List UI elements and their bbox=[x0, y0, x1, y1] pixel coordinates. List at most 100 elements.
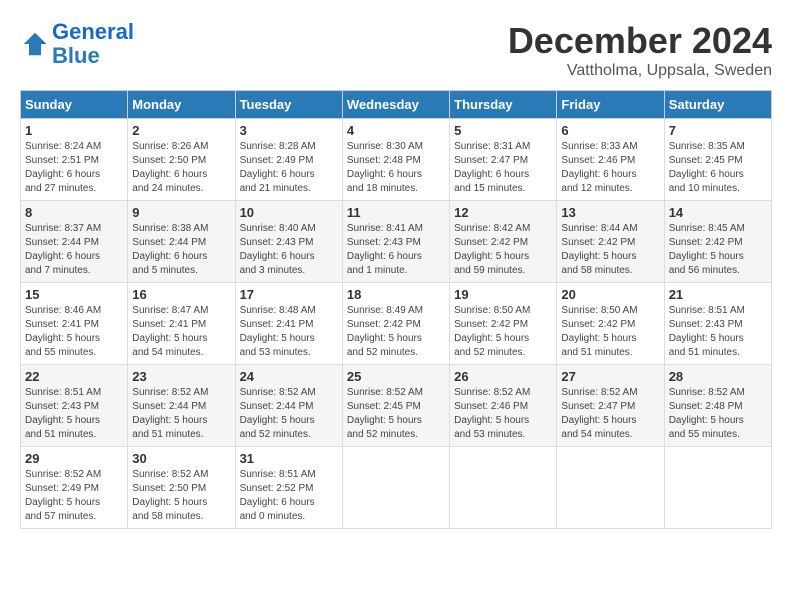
day-info: Sunrise: 8:47 AM Sunset: 2:41 PM Dayligh… bbox=[132, 304, 230, 360]
header-thursday: Thursday bbox=[450, 91, 557, 119]
day-info: Sunrise: 8:51 AM Sunset: 2:52 PM Dayligh… bbox=[240, 468, 338, 524]
day-info: Sunrise: 8:26 AM Sunset: 2:50 PM Dayligh… bbox=[132, 140, 230, 196]
header-saturday: Saturday bbox=[664, 91, 771, 119]
week-row-1: 1 Sunrise: 8:24 AM Sunset: 2:51 PM Daylig… bbox=[21, 119, 772, 201]
week-row-4: 22Sunrise: 8:51 AM Sunset: 2:43 PM Dayli… bbox=[21, 365, 772, 447]
calendar-cell bbox=[664, 447, 771, 529]
day-number: 22 bbox=[25, 369, 123, 384]
calendar-cell: 17Sunrise: 8:48 AM Sunset: 2:41 PM Dayli… bbox=[235, 283, 342, 365]
day-number: 1 bbox=[25, 123, 123, 138]
day-info: Sunrise: 8:31 AM Sunset: 2:47 PM Dayligh… bbox=[454, 140, 552, 196]
calendar-table: SundayMondayTuesdayWednesdayThursdayFrid… bbox=[20, 90, 772, 529]
calendar-cell: 23Sunrise: 8:52 AM Sunset: 2:44 PM Dayli… bbox=[128, 365, 235, 447]
header-friday: Friday bbox=[557, 91, 664, 119]
logo-text: General Blue bbox=[52, 20, 134, 68]
day-info: Sunrise: 8:30 AM Sunset: 2:48 PM Dayligh… bbox=[347, 140, 445, 196]
day-number: 28 bbox=[669, 369, 767, 384]
day-info: Sunrise: 8:38 AM Sunset: 2:44 PM Dayligh… bbox=[132, 222, 230, 278]
calendar-cell: 13 Sunrise: 8:44 AM Sunset: 2:42 PM Dayli… bbox=[557, 201, 664, 283]
calendar-cell: 20Sunrise: 8:50 AM Sunset: 2:42 PM Dayli… bbox=[557, 283, 664, 365]
calendar-cell: 7 Sunrise: 8:35 AM Sunset: 2:45 PM Daylig… bbox=[664, 119, 771, 201]
day-info: Sunrise: 8:48 AM Sunset: 2:41 PM Dayligh… bbox=[240, 304, 338, 360]
calendar-cell: 19 Sunrise: 8:50 AM Sunset: 2:42 PM Dayli… bbox=[450, 283, 557, 365]
header-tuesday: Tuesday bbox=[235, 91, 342, 119]
logo: General Blue bbox=[20, 20, 134, 68]
calendar-cell: 1 Sunrise: 8:24 AM Sunset: 2:51 PM Daylig… bbox=[21, 119, 128, 201]
day-number: 3 bbox=[240, 123, 338, 138]
calendar-cell: 11 Sunrise: 8:41 AM Sunset: 2:43 PM Dayli… bbox=[342, 201, 449, 283]
page-header: General Blue December 2024 Vattholma, Up… bbox=[20, 20, 772, 80]
day-info: Sunrise: 8:45 AM Sunset: 2:42 PM Dayligh… bbox=[669, 222, 767, 278]
day-number: 30 bbox=[132, 451, 230, 466]
calendar-cell: 9 Sunrise: 8:38 AM Sunset: 2:44 PM Daylig… bbox=[128, 201, 235, 283]
calendar-cell: 31 Sunrise: 8:51 AM Sunset: 2:52 PM Dayli… bbox=[235, 447, 342, 529]
day-info: Sunrise: 8:46 AM Sunset: 2:41 PM Dayligh… bbox=[25, 304, 123, 360]
calendar-cell: 5 Sunrise: 8:31 AM Sunset: 2:47 PM Daylig… bbox=[450, 119, 557, 201]
calendar-cell bbox=[450, 447, 557, 529]
day-number: 10 bbox=[240, 205, 338, 220]
day-info: Sunrise: 8:49 AM Sunset: 2:42 PM Dayligh… bbox=[347, 304, 445, 360]
day-number: 14 bbox=[669, 205, 767, 220]
calendar-cell: 21 Sunrise: 8:51 AM Sunset: 2:43 PM Dayli… bbox=[664, 283, 771, 365]
day-number: 16 bbox=[132, 287, 230, 302]
day-info: Sunrise: 8:52 AM Sunset: 2:47 PM Dayligh… bbox=[561, 386, 659, 442]
location-subtitle: Vattholma, Uppsala, Sweden bbox=[508, 62, 772, 80]
day-number: 9 bbox=[132, 205, 230, 220]
day-info: Sunrise: 8:33 AM Sunset: 2:46 PM Dayligh… bbox=[561, 140, 659, 196]
calendar-cell: 18Sunrise: 8:49 AM Sunset: 2:42 PM Dayli… bbox=[342, 283, 449, 365]
day-info: Sunrise: 8:44 AM Sunset: 2:42 PM Dayligh… bbox=[561, 222, 659, 278]
calendar-cell: 6 Sunrise: 8:33 AM Sunset: 2:46 PM Daylig… bbox=[557, 119, 664, 201]
calendar-cell: 8 Sunrise: 8:37 AM Sunset: 2:44 PM Daylig… bbox=[21, 201, 128, 283]
day-number: 15 bbox=[25, 287, 123, 302]
week-row-3: 15 Sunrise: 8:46 AM Sunset: 2:41 PM Dayli… bbox=[21, 283, 772, 365]
week-row-2: 8 Sunrise: 8:37 AM Sunset: 2:44 PM Daylig… bbox=[21, 201, 772, 283]
day-number: 12 bbox=[454, 205, 552, 220]
day-info: Sunrise: 8:52 AM Sunset: 2:48 PM Dayligh… bbox=[669, 386, 767, 442]
calendar-cell: 16 Sunrise: 8:47 AM Sunset: 2:41 PM Dayli… bbox=[128, 283, 235, 365]
day-info: Sunrise: 8:40 AM Sunset: 2:43 PM Dayligh… bbox=[240, 222, 338, 278]
header-monday: Monday bbox=[128, 91, 235, 119]
day-info: Sunrise: 8:52 AM Sunset: 2:45 PM Dayligh… bbox=[347, 386, 445, 442]
day-info: Sunrise: 8:52 AM Sunset: 2:46 PM Dayligh… bbox=[454, 386, 552, 442]
calendar-cell: 14 Sunrise: 8:45 AM Sunset: 2:42 PM Dayli… bbox=[664, 201, 771, 283]
logo-icon bbox=[20, 29, 50, 59]
calendar-cell: 24 Sunrise: 8:52 AM Sunset: 2:44 PM Dayli… bbox=[235, 365, 342, 447]
calendar-cell: 12Sunrise: 8:42 AM Sunset: 2:42 PM Dayli… bbox=[450, 201, 557, 283]
day-number: 19 bbox=[454, 287, 552, 302]
day-number: 21 bbox=[669, 287, 767, 302]
day-info: Sunrise: 8:52 AM Sunset: 2:50 PM Dayligh… bbox=[132, 468, 230, 524]
day-number: 4 bbox=[347, 123, 445, 138]
day-info: Sunrise: 8:37 AM Sunset: 2:44 PM Dayligh… bbox=[25, 222, 123, 278]
calendar-cell: 30 Sunrise: 8:52 AM Sunset: 2:50 PM Dayli… bbox=[128, 447, 235, 529]
day-info: Sunrise: 8:50 AM Sunset: 2:42 PM Dayligh… bbox=[454, 304, 552, 360]
day-number: 24 bbox=[240, 369, 338, 384]
calendar-cell: 15 Sunrise: 8:46 AM Sunset: 2:41 PM Dayli… bbox=[21, 283, 128, 365]
day-number: 7 bbox=[669, 123, 767, 138]
calendar-cell: 22Sunrise: 8:51 AM Sunset: 2:43 PM Dayli… bbox=[21, 365, 128, 447]
day-info: Sunrise: 8:51 AM Sunset: 2:43 PM Dayligh… bbox=[669, 304, 767, 360]
day-number: 8 bbox=[25, 205, 123, 220]
header-wednesday: Wednesday bbox=[342, 91, 449, 119]
day-info: Sunrise: 8:52 AM Sunset: 2:44 PM Dayligh… bbox=[240, 386, 338, 442]
calendar-cell: 28 Sunrise: 8:52 AM Sunset: 2:48 PM Dayli… bbox=[664, 365, 771, 447]
day-info: Sunrise: 8:28 AM Sunset: 2:49 PM Dayligh… bbox=[240, 140, 338, 196]
day-info: Sunrise: 8:41 AM Sunset: 2:43 PM Dayligh… bbox=[347, 222, 445, 278]
calendar-cell: 27 Sunrise: 8:52 AM Sunset: 2:47 PM Dayli… bbox=[557, 365, 664, 447]
day-number: 27 bbox=[561, 369, 659, 384]
week-row-5: 29Sunrise: 8:52 AM Sunset: 2:49 PM Dayli… bbox=[21, 447, 772, 529]
day-info: Sunrise: 8:52 AM Sunset: 2:44 PM Dayligh… bbox=[132, 386, 230, 442]
calendar-cell bbox=[557, 447, 664, 529]
day-number: 5 bbox=[454, 123, 552, 138]
day-number: 26 bbox=[454, 369, 552, 384]
day-number: 6 bbox=[561, 123, 659, 138]
day-number: 20 bbox=[561, 287, 659, 302]
day-number: 13 bbox=[561, 205, 659, 220]
day-number: 11 bbox=[347, 205, 445, 220]
calendar-cell: 26 Sunrise: 8:52 AM Sunset: 2:46 PM Dayli… bbox=[450, 365, 557, 447]
header-sunday: Sunday bbox=[21, 91, 128, 119]
day-info: Sunrise: 8:35 AM Sunset: 2:45 PM Dayligh… bbox=[669, 140, 767, 196]
calendar-cell: 2Sunrise: 8:26 AM Sunset: 2:50 PM Daylig… bbox=[128, 119, 235, 201]
day-info: Sunrise: 8:24 AM Sunset: 2:51 PM Dayligh… bbox=[25, 140, 123, 196]
month-title: December 2024 bbox=[508, 20, 772, 62]
day-number: 31 bbox=[240, 451, 338, 466]
